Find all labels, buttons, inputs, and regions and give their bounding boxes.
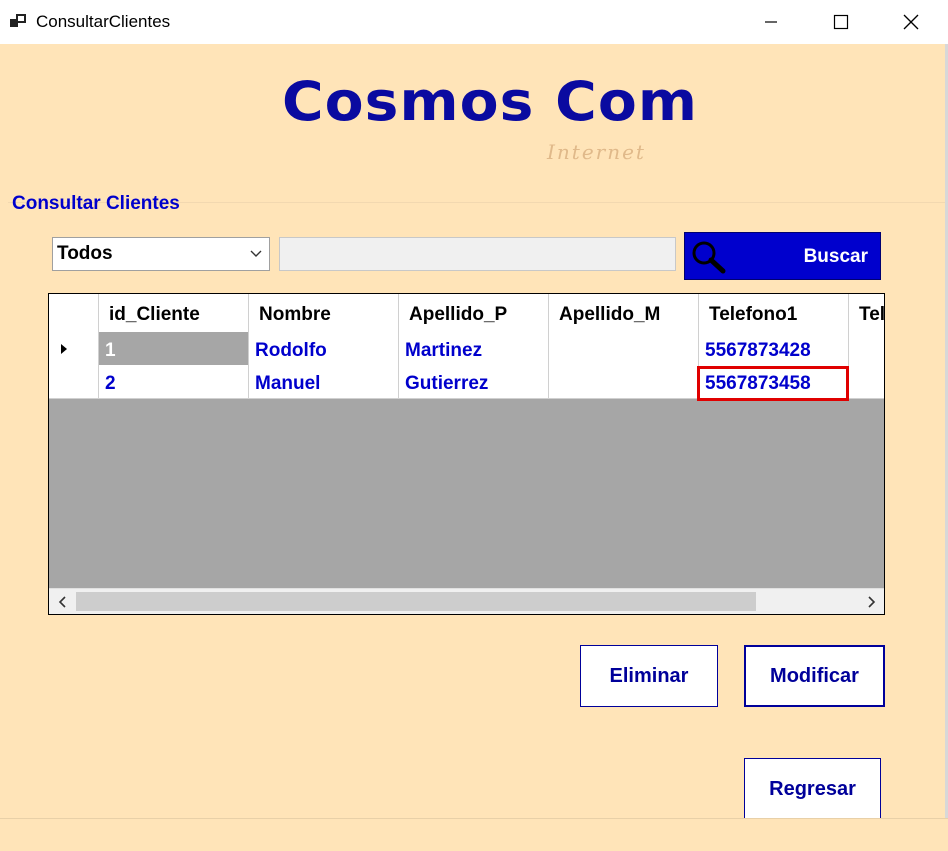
back-button[interactable]: Regresar (744, 758, 881, 820)
column-header[interactable]: Nombre (249, 294, 399, 332)
column-header[interactable]: Telefono1 (699, 294, 849, 332)
current-row-arrow-icon (60, 343, 67, 354)
window-title: ConsultarClientes (36, 12, 171, 31)
company-logo-subtitle: Internet (547, 140, 646, 164)
delete-button[interactable]: Eliminar (580, 645, 718, 707)
filter-dropdown-value: Todos (57, 243, 113, 264)
section-title: Consultar Clientes (12, 193, 180, 214)
search-button-label: Buscar (803, 246, 868, 267)
form-bottom-edge (0, 818, 948, 851)
chevron-left-icon (58, 595, 66, 608)
grid-cell[interactable] (849, 365, 884, 398)
clients-grid[interactable]: id_Cliente Nombre Apellido_P Apellido_M … (48, 293, 885, 615)
close-button[interactable] (876, 0, 946, 44)
table-row[interactable]: 2 Manuel Gutierrez 5567873458 (49, 365, 884, 399)
grid-cell[interactable]: Martinez (399, 332, 549, 365)
table-row[interactable]: 1 Rodolfo Martinez 5567873428 (49, 332, 884, 366)
grid-cell[interactable]: Manuel (249, 365, 399, 398)
grid-cell[interactable]: Gutierrez (399, 365, 549, 398)
column-header[interactable]: Apellido_M (549, 294, 699, 332)
column-header[interactable]: id_Cliente (99, 294, 249, 332)
modify-button[interactable]: Modificar (744, 645, 885, 707)
filter-dropdown[interactable]: Todos (52, 237, 270, 271)
scrollbar-thumb[interactable] (76, 592, 756, 611)
grid-header: id_Cliente Nombre Apellido_P Apellido_M … (49, 294, 884, 333)
close-icon (903, 14, 919, 30)
grid-cell[interactable] (849, 332, 884, 365)
grid-cell[interactable]: 1 (99, 332, 249, 365)
scroll-left-button[interactable] (49, 589, 74, 614)
search-icon (692, 241, 726, 274)
horizontal-scrollbar[interactable] (49, 588, 884, 614)
grid-cell[interactable] (549, 332, 699, 365)
chevron-down-icon (243, 238, 269, 270)
scroll-right-button[interactable] (859, 589, 884, 614)
minimize-icon (765, 21, 777, 23)
grid-cell[interactable]: 5567873428 (699, 332, 849, 365)
chevron-right-icon (867, 595, 875, 608)
column-header[interactable]: Apellido_P (399, 294, 549, 332)
minimize-button[interactable] (736, 0, 806, 44)
row-header-corner (49, 294, 99, 332)
company-logo: Cosmos Com (282, 70, 698, 133)
search-input[interactable] (279, 237, 676, 271)
maximize-button[interactable] (806, 0, 876, 44)
grid-cell[interactable]: 2 (99, 365, 249, 398)
window-titlebar: ConsultarClientes (0, 0, 948, 44)
search-button[interactable]: Buscar (684, 232, 881, 280)
app-icon (10, 14, 26, 27)
column-header[interactable]: Tel (849, 294, 884, 332)
maximize-icon (833, 14, 849, 30)
row-header[interactable] (49, 332, 99, 365)
grid-cell[interactable]: Rodolfo (249, 332, 399, 365)
grid-cell[interactable] (549, 365, 699, 398)
grid-cell[interactable]: 5567873458 (699, 365, 849, 398)
row-header[interactable] (49, 365, 99, 398)
